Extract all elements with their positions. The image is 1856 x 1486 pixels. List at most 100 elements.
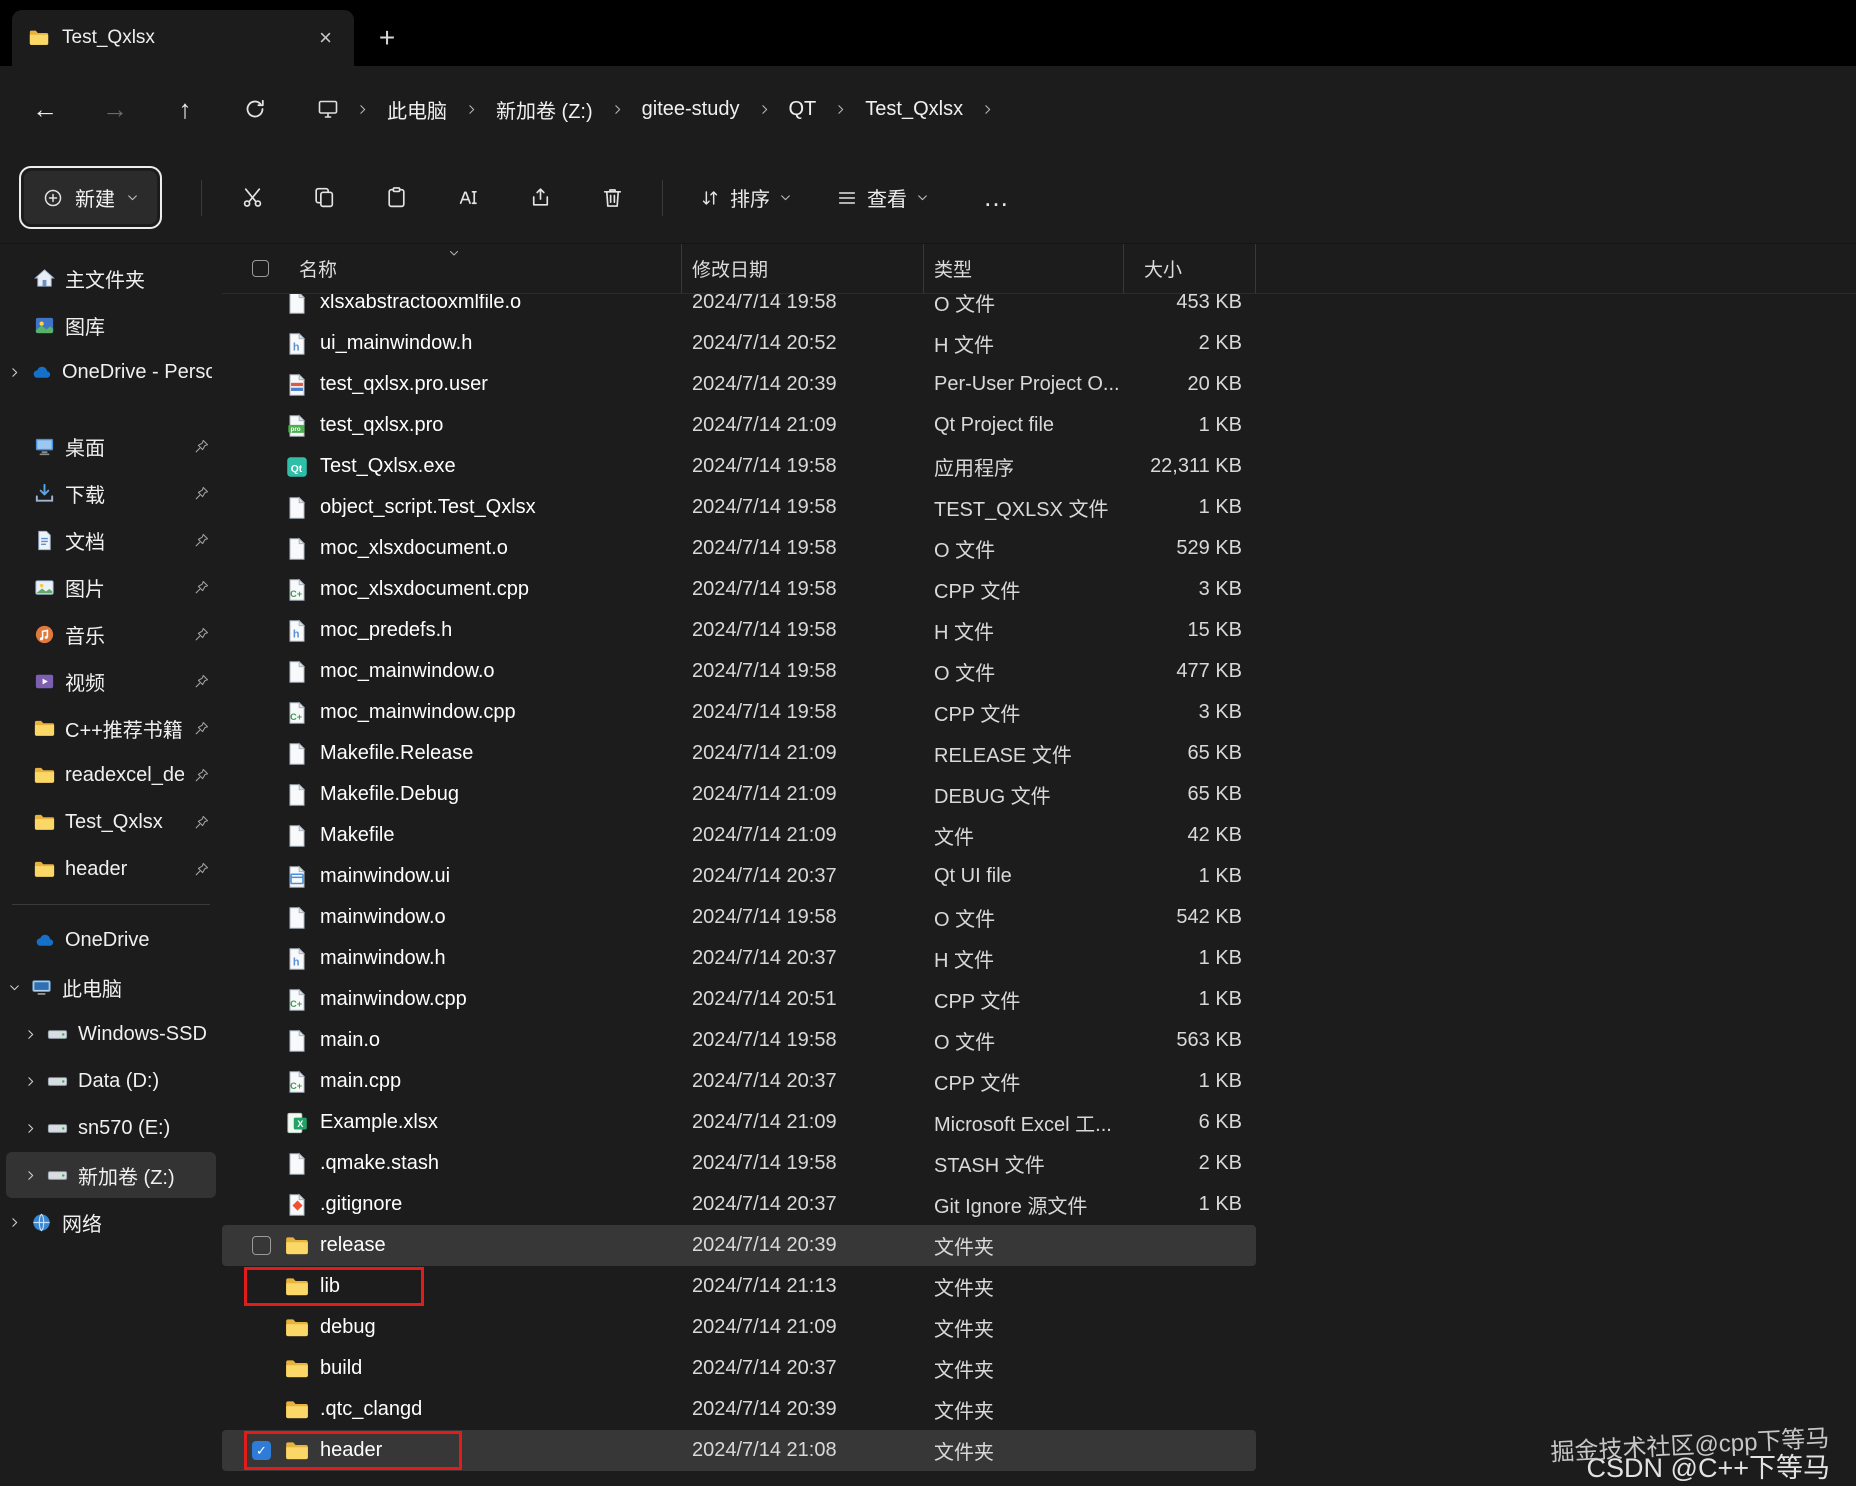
- file-row[interactable]: .qtc_clangd 2024/7/14 20:39 文件夹: [222, 1389, 1256, 1430]
- sidebar-item-documents[interactable]: 文档: [6, 517, 216, 563]
- sidebar-item-pictures[interactable]: 图片: [6, 564, 216, 610]
- sidebar-item-cpp-books[interactable]: C++推荐书籍: [6, 705, 216, 751]
- pin-icon: [193, 485, 210, 502]
- file-row[interactable]: test_qxlsx.pro 2024/7/14 21:09 Qt Project …: [222, 405, 1256, 446]
- column-name[interactable]: 名称: [222, 244, 682, 293]
- up-button[interactable]: ↑: [158, 82, 212, 136]
- file-row[interactable]: main.o 2024/7/14 19:58 O 文件 563 KB: [222, 1020, 1256, 1061]
- file-row[interactable]: ui_mainwindow.h 2024/7/14 20:52 H 文件 2 KB: [222, 323, 1256, 364]
- file-row[interactable]: build 2024/7/14 20:37 文件夹: [222, 1348, 1256, 1389]
- more-button[interactable]: …: [973, 178, 1021, 217]
- breadcrumb-item[interactable]: QT: [779, 91, 827, 128]
- tab-close-icon[interactable]: ×: [313, 25, 338, 51]
- sidebar-item-label: header: [65, 857, 128, 880]
- file-row[interactable]: test_qxlsx.pro.user 2024/7/14 20:39 Per-Us…: [222, 364, 1256, 405]
- sidebar-item-music[interactable]: 音乐: [6, 611, 216, 657]
- sidebar-item-test-qxlsx[interactable]: Test_Qxlsx: [6, 799, 216, 845]
- command-bar: 新建 排序 查看 …: [0, 152, 1856, 244]
- page-icon: [284, 1151, 310, 1177]
- cut-button[interactable]: [225, 171, 279, 225]
- chevron-right-icon[interactable]: [24, 1169, 37, 1182]
- file-row[interactable]: xlsxabstractooxmlfile.o 2024/7/14 19:58 O …: [222, 294, 1256, 323]
- sidebar-item-home[interactable]: 主文件夹: [6, 255, 216, 301]
- file-date: 2024/7/14 20:37: [692, 865, 837, 887]
- tab-title: Test_Qxlsx: [62, 27, 155, 48]
- select-all-checkbox[interactable]: [252, 260, 269, 277]
- file-row[interactable]: mainwindow.h 2024/7/14 20:37 H 文件 1 KB: [222, 938, 1256, 979]
- file-row[interactable]: moc_predefs.h 2024/7/14 19:58 H 文件 15 KB: [222, 610, 1256, 651]
- chevron-right-icon[interactable]: [8, 1216, 21, 1229]
- sidebar-item-sn570-e[interactable]: sn570 (E:): [6, 1105, 216, 1151]
- new-button[interactable]: 新建: [19, 166, 162, 229]
- file-row[interactable]: lib 2024/7/14 21:13 文件夹: [222, 1266, 1256, 1307]
- file-row[interactable]: main.cpp 2024/7/14 20:37 CPP 文件 1 KB: [222, 1061, 1256, 1102]
- sidebar-item-gallery[interactable]: 图库: [6, 302, 216, 348]
- breadcrumb-item[interactable]: gitee-study: [632, 91, 750, 128]
- share-button[interactable]: [513, 171, 567, 225]
- file-row[interactable]: debug 2024/7/14 21:09 文件夹: [222, 1307, 1256, 1348]
- sidebar-item-windows-ssd-c[interactable]: Windows-SSD (C: [6, 1011, 216, 1057]
- file-row[interactable]: Makefile 2024/7/14 21:09 文件 42 KB: [222, 815, 1256, 856]
- column-size[interactable]: 大小: [1124, 244, 1256, 293]
- sidebar-item-downloads[interactable]: 下载: [6, 470, 216, 516]
- file-row[interactable]: Example.xlsx 2024/7/14 21:09 Microsoft Exc…: [222, 1102, 1256, 1143]
- h-icon: [284, 618, 310, 644]
- file-explorer-window: Test_Qxlsx × + ← → ↑ 此电脑 新加卷 (Z:) gitee-st…: [0, 0, 1856, 1486]
- file-row[interactable]: moc_xlsxdocument.o 2024/7/14 19:58 O 文件 529…: [222, 528, 1256, 569]
- breadcrumb-item[interactable]: 新加卷 (Z:): [486, 88, 603, 131]
- chevron-right-icon[interactable]: [24, 1028, 37, 1041]
- sidebar-item-this-pc[interactable]: 此电脑: [6, 964, 216, 1010]
- file-row[interactable]: object_script.Test_Qxlsx 2024/7/14 19:58 T…: [222, 487, 1256, 528]
- chevron-right-icon[interactable]: [24, 1122, 37, 1135]
- sidebar-item-header[interactable]: header: [6, 846, 216, 892]
- sidebar-item-videos[interactable]: 视频: [6, 658, 216, 704]
- breadcrumb-item[interactable]: Test_Qxlsx: [855, 91, 973, 128]
- sort-button[interactable]: 排序: [687, 173, 804, 222]
- file-type: CPP 文件: [934, 991, 1021, 1013]
- chevron-right-icon[interactable]: [8, 366, 21, 379]
- chevron-right-icon[interactable]: [24, 1075, 37, 1088]
- file-name: moc_xlsxdocument.cpp: [320, 578, 529, 600]
- column-date[interactable]: 修改日期: [682, 244, 924, 293]
- forward-button[interactable]: →: [88, 82, 142, 136]
- paste-button[interactable]: [369, 171, 423, 225]
- column-type[interactable]: 类型: [924, 244, 1124, 293]
- pin-icon: [193, 767, 210, 784]
- file-row[interactable]: ✓ header 2024/7/14 21:08 文件夹: [222, 1430, 1256, 1471]
- refresh-button[interactable]: [228, 82, 282, 136]
- new-tab-button[interactable]: +: [366, 17, 408, 59]
- page-icon: [284, 659, 310, 685]
- file-row[interactable]: mainwindow.cpp 2024/7/14 20:51 CPP 文件 1 KB: [222, 979, 1256, 1020]
- file-row[interactable]: Makefile.Debug 2024/7/14 21:09 DEBUG 文件 65 …: [222, 774, 1256, 815]
- file-row[interactable]: release 2024/7/14 20:39 文件夹: [222, 1225, 1256, 1266]
- row-checkbox[interactable]: [252, 1236, 271, 1255]
- sidebar-item-readexcel-dem[interactable]: readexcel_dem: [6, 752, 216, 798]
- file-row[interactable]: moc_mainwindow.o 2024/7/14 19:58 O 文件 477 K…: [222, 651, 1256, 692]
- file-row[interactable]: moc_mainwindow.cpp 2024/7/14 19:58 CPP 文件 3…: [222, 692, 1256, 733]
- sidebar-item-onedrive[interactable]: OneDrive: [6, 917, 216, 963]
- file-row[interactable]: moc_xlsxdocument.cpp 2024/7/14 19:58 CPP 文…: [222, 569, 1256, 610]
- row-checkbox[interactable]: ✓: [252, 1441, 271, 1460]
- sidebar-item-onedrive-personal[interactable]: OneDrive - Persor: [6, 349, 216, 395]
- view-button[interactable]: 查看: [824, 173, 941, 222]
- file-row[interactable]: mainwindow.o 2024/7/14 19:58 O 文件 542 KB: [222, 897, 1256, 938]
- pin-icon: [193, 861, 210, 878]
- file-size: 563 KB: [1176, 1029, 1242, 1051]
- file-row[interactable]: .qmake.stash 2024/7/14 19:58 STASH 文件 2 KB: [222, 1143, 1256, 1184]
- file-row[interactable]: Test_Qxlsx.exe 2024/7/14 19:58 应用程序 22,311 …: [222, 446, 1256, 487]
- sidebar-item-network[interactable]: 网络: [6, 1199, 216, 1245]
- sidebar-item-new-volume-z[interactable]: 新加卷 (Z:): [6, 1152, 216, 1198]
- sidebar-item-data-d[interactable]: Data (D:): [6, 1058, 216, 1104]
- file-row[interactable]: Makefile.Release 2024/7/14 21:09 RELEASE 文…: [222, 733, 1256, 774]
- sidebar-item-desktop[interactable]: 桌面: [6, 423, 216, 469]
- rename-button[interactable]: [441, 171, 495, 225]
- delete-button[interactable]: [585, 171, 639, 225]
- back-button[interactable]: ←: [18, 82, 72, 136]
- file-row[interactable]: .gitignore 2024/7/14 20:37 Git Ignore 源文件 1…: [222, 1184, 1256, 1225]
- copy-button[interactable]: [297, 171, 351, 225]
- chevron-down-icon[interactable]: [8, 981, 21, 994]
- explorer-tab[interactable]: Test_Qxlsx ×: [12, 10, 354, 66]
- file-type: Qt UI file: [934, 865, 1012, 887]
- file-row[interactable]: mainwindow.ui 2024/7/14 20:37 Qt UI file 1 …: [222, 856, 1256, 897]
- breadcrumb-item[interactable]: 此电脑: [377, 88, 457, 131]
